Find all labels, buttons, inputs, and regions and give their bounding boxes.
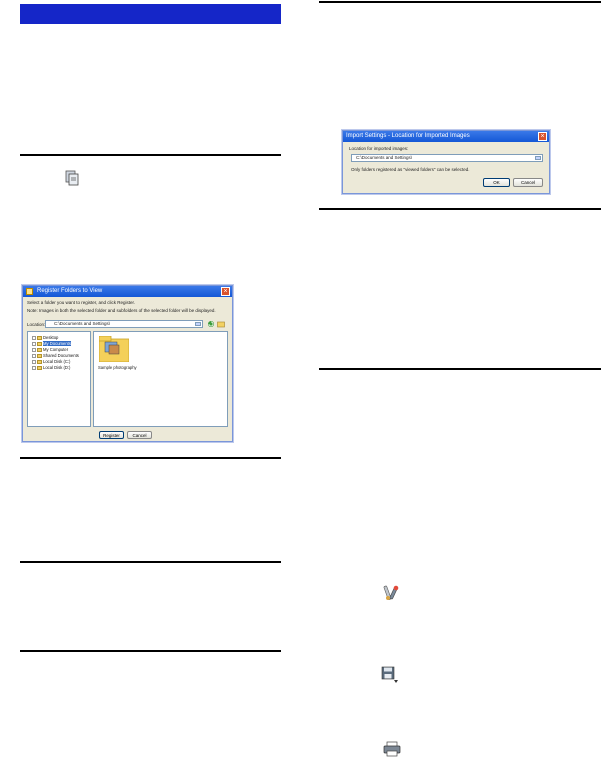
tree-item-my-computer[interactable]: My Computer xyxy=(32,347,68,352)
cancel-button[interactable]: Cancel xyxy=(127,431,152,439)
printer-icon[interactable] xyxy=(383,741,401,757)
tree-item-local-disk-d[interactable]: Local Disk (D:) xyxy=(32,365,70,370)
note-text: Only folders registered as "viewed folde… xyxy=(351,167,470,172)
divider xyxy=(20,457,281,459)
import-settings-dialog: Import Settings - Location for Imported … xyxy=(342,130,550,194)
ok-button[interactable]: OK xyxy=(483,178,510,187)
tools-settings-icon[interactable] xyxy=(383,584,401,602)
save-disk-icon[interactable] xyxy=(381,666,399,684)
register-button[interactable]: Register xyxy=(99,431,124,439)
register-folders-icon[interactable] xyxy=(64,170,80,186)
folder-thumbnail[interactable] xyxy=(98,335,130,363)
chevron-down-icon[interactable] xyxy=(535,156,541,160)
folder-name: Sample photography xyxy=(98,365,137,370)
photo-folder-icon xyxy=(98,335,130,363)
drive-icon xyxy=(37,365,42,370)
location-dropdown[interactable]: C:\Documents and Settings\ xyxy=(351,154,543,162)
dialog-titlebar: Register Folders to View × xyxy=(23,286,232,297)
dialog-title: Import Settings - Location for Imported … xyxy=(346,133,470,139)
location-value: C:\Documents and Settings\ xyxy=(356,155,413,160)
tree-item-desktop[interactable]: Desktop xyxy=(32,335,58,340)
instruction-text: Select a folder you want to register, an… xyxy=(27,300,136,305)
dialog-title: Register Folders to View xyxy=(37,288,103,294)
drive-icon xyxy=(37,359,42,364)
folder-icon xyxy=(37,347,42,352)
dialog-titlebar: Import Settings - Location for Imported … xyxy=(343,131,549,142)
divider xyxy=(319,1,601,3)
app-icon xyxy=(26,288,33,295)
folder-tree-pane[interactable]: Desktop My Documents My Computer Shared … xyxy=(27,331,91,427)
location-value: C:\Documents and Settings\ xyxy=(54,321,111,326)
chevron-down-icon[interactable] xyxy=(195,322,201,326)
location-label: Location: xyxy=(27,322,46,327)
divider xyxy=(20,154,281,156)
folder-icon xyxy=(37,341,42,346)
new-folder-icon[interactable] xyxy=(217,320,225,328)
cancel-button[interactable]: Cancel xyxy=(513,178,543,187)
close-icon[interactable]: × xyxy=(538,132,547,141)
tree-item-local-disk-c[interactable]: Local Disk (C:) xyxy=(32,359,70,364)
folder-icon xyxy=(37,335,42,340)
folder-icon xyxy=(37,353,42,358)
location-dropdown[interactable]: C:\Documents and Settings\ xyxy=(45,320,203,328)
divider xyxy=(319,368,601,370)
folder-contents-pane[interactable]: Sample photography xyxy=(93,331,228,427)
divider xyxy=(20,561,281,563)
close-icon[interactable]: × xyxy=(221,287,230,296)
location-label: Location for imported images: xyxy=(349,146,409,151)
section-header-bar xyxy=(20,4,281,24)
divider xyxy=(20,650,281,652)
tree-item-my-documents[interactable]: My Documents xyxy=(32,341,71,346)
tree-item-shared-documents[interactable]: Shared Documents xyxy=(32,353,79,358)
refresh-icon[interactable] xyxy=(207,320,215,328)
register-folders-dialog: Register Folders to View × Select a fold… xyxy=(22,285,233,442)
divider xyxy=(319,208,601,210)
note-text: Note: Images in both the selected folder… xyxy=(27,308,216,313)
